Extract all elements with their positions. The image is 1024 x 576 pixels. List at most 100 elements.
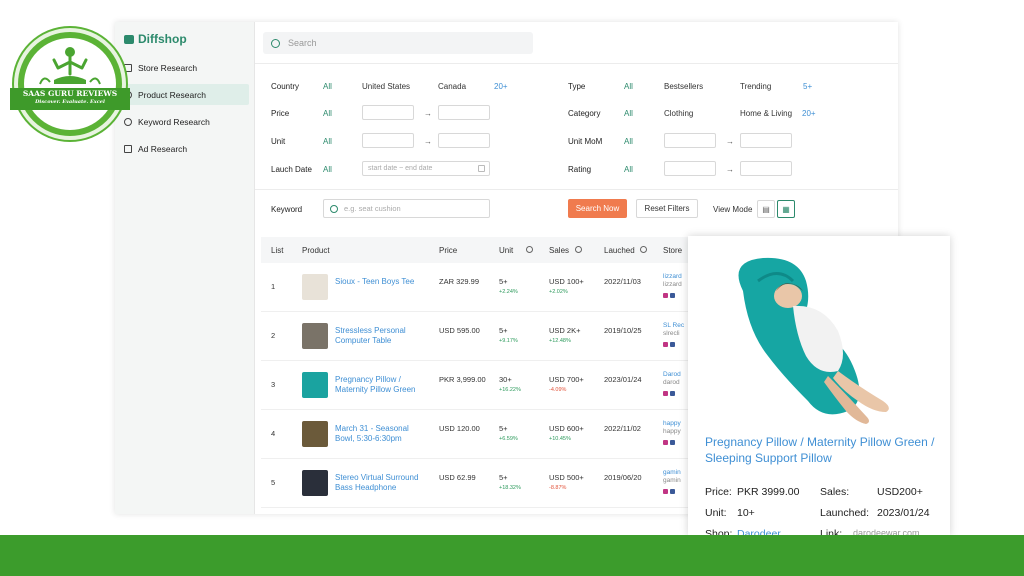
country-all-option[interactable]: All xyxy=(323,82,332,91)
launch-date: 2019/06/20 xyxy=(604,473,642,482)
unit-value: 5+ xyxy=(499,473,508,482)
info-icon xyxy=(640,246,647,253)
category-clothing-option[interactable]: Clothing xyxy=(664,109,693,118)
store-name[interactable]: gamin xyxy=(663,469,681,476)
facebook-icon[interactable] xyxy=(670,440,675,445)
rating-all-option[interactable]: All xyxy=(624,165,633,174)
instagram-icon[interactable] xyxy=(663,342,668,347)
facebook-icon[interactable] xyxy=(670,293,675,298)
launch-date-all-option[interactable]: All xyxy=(323,165,332,174)
brand-logo[interactable]: Diffshop xyxy=(124,32,187,46)
store-name[interactable]: happy xyxy=(663,420,681,427)
category-home-living-option[interactable]: Home & Living xyxy=(740,109,792,118)
unit-mom-label: Unit MoM xyxy=(568,137,603,146)
price-label: Price xyxy=(271,109,290,118)
sales-value: USD200+ xyxy=(877,486,923,498)
search-now-button[interactable]: Search Now xyxy=(568,199,627,218)
store-name[interactable]: Darod xyxy=(663,371,681,378)
type-more-option[interactable]: 5+ xyxy=(803,82,812,91)
shop-bag-icon xyxy=(124,34,134,44)
product-thumbnail[interactable] xyxy=(302,323,328,349)
column-header-store: Store xyxy=(663,246,683,255)
column-header-unit[interactable]: Unit xyxy=(499,246,513,255)
store-name[interactable]: SL Rec xyxy=(663,322,684,329)
product-thumbnail[interactable] xyxy=(302,372,328,398)
price-min-input[interactable] xyxy=(362,105,414,120)
sidebar-item-label: Store Research xyxy=(138,62,198,73)
facebook-icon[interactable] xyxy=(670,342,675,347)
rating-label: Rating xyxy=(568,165,592,174)
type-all-option[interactable]: All xyxy=(624,82,633,91)
column-header-price[interactable]: Price xyxy=(439,246,457,255)
store-name[interactable]: lizzard xyxy=(663,273,682,280)
price-range-arrow: → xyxy=(424,109,432,118)
product-name-link[interactable]: Stereo Virtual Surround Bass Headphone xyxy=(335,473,427,493)
price-all-option[interactable]: All xyxy=(323,109,332,118)
search-icon xyxy=(271,38,280,48)
type-trending-option[interactable]: Trending xyxy=(740,82,771,91)
unit-mom-max-input[interactable] xyxy=(740,133,792,148)
keyword-input[interactable]: e.g. seat cushion xyxy=(323,199,490,218)
product-name-link[interactable]: March 31 - Seasonal Bowl, 5:30-6:30pm xyxy=(335,424,427,444)
store-domain: happy xyxy=(663,428,681,435)
logo-inner-circle xyxy=(24,38,116,130)
category-more-option[interactable]: 20+ xyxy=(802,109,816,118)
facebook-icon[interactable] xyxy=(670,391,675,396)
instagram-icon[interactable] xyxy=(663,293,668,298)
sidebar-item-label: Product Research xyxy=(138,89,207,100)
sidebar-item-label: Keyword Research xyxy=(138,116,210,127)
unit-min-input[interactable] xyxy=(362,133,414,148)
launch-date-range-input[interactable]: start date ~ end date xyxy=(362,161,490,176)
store-cell[interactable]: SL Rec slrecli xyxy=(663,322,684,350)
sidebar-item-store-research[interactable]: Store Research xyxy=(118,57,249,78)
unit-mom-all-option[interactable]: All xyxy=(624,137,633,146)
instagram-icon[interactable] xyxy=(663,391,668,396)
instagram-icon[interactable] xyxy=(663,440,668,445)
list-view-toggle[interactable]: ▤ xyxy=(757,200,775,218)
product-name-link[interactable]: Pregnancy Pillow / Maternity Pillow Gree… xyxy=(335,375,427,395)
product-thumbnail[interactable] xyxy=(302,421,328,447)
country-more-option[interactable]: 20+ xyxy=(494,82,508,91)
unit-value: 5+ xyxy=(499,277,508,286)
store-cell[interactable]: Darod darod xyxy=(663,371,681,399)
store-cell[interactable]: gamin gamin xyxy=(663,469,681,497)
country-canada-option[interactable]: Canada xyxy=(438,82,466,91)
launch-date: 2023/01/24 xyxy=(604,375,642,384)
country-us-option[interactable]: United States xyxy=(362,82,410,91)
sidebar-item-ad-research[interactable]: Ad Research xyxy=(118,138,249,159)
price-max-input[interactable] xyxy=(438,105,490,120)
sales-value: USD 100+ xyxy=(549,277,584,286)
unit-max-input[interactable] xyxy=(438,133,490,148)
type-bestsellers-option[interactable]: Bestsellers xyxy=(664,82,703,91)
product-name-link[interactable]: Sioux - Teen Boys Tee xyxy=(335,277,427,287)
store-icon xyxy=(124,63,132,72)
unit-change: +9.17% xyxy=(499,338,518,344)
launch-date: 2019/10/25 xyxy=(604,326,642,335)
category-all-option[interactable]: All xyxy=(624,109,633,118)
search-input[interactable]: Search xyxy=(263,32,533,54)
column-header-product: Product xyxy=(302,246,330,255)
sidebar-item-product-research[interactable]: Product Research xyxy=(118,84,249,105)
unit-mom-min-input[interactable] xyxy=(664,133,716,148)
product-thumbnail[interactable] xyxy=(302,470,328,496)
row-index: 1 xyxy=(271,282,276,291)
store-cell[interactable]: happy happy xyxy=(663,420,681,448)
sidebar-item-keyword-research[interactable]: Keyword Research xyxy=(118,111,249,132)
column-header-sales[interactable]: Sales xyxy=(549,246,569,255)
reset-filters-button[interactable]: Reset Filters xyxy=(636,199,698,218)
rating-min-input[interactable] xyxy=(664,161,716,176)
price-label: Price: xyxy=(705,486,732,498)
instagram-icon[interactable] xyxy=(663,489,668,494)
product-thumbnail[interactable] xyxy=(302,274,328,300)
product-name-link[interactable]: Stressless Personal Computer Table xyxy=(335,326,427,346)
calendar-icon xyxy=(478,165,485,172)
product-title-link[interactable]: Pregnancy Pillow / Maternity Pillow Gree… xyxy=(705,434,940,466)
column-header-launched[interactable]: Lauched xyxy=(604,246,635,255)
list-view-icon: ▤ xyxy=(762,204,770,214)
unit-all-option[interactable]: All xyxy=(323,137,332,146)
store-cell[interactable]: lizzard lizzard xyxy=(663,273,682,301)
grid-view-toggle[interactable]: ▦ xyxy=(777,200,795,218)
rating-max-input[interactable] xyxy=(740,161,792,176)
unit-value: 5+ xyxy=(499,424,508,433)
facebook-icon[interactable] xyxy=(670,489,675,494)
